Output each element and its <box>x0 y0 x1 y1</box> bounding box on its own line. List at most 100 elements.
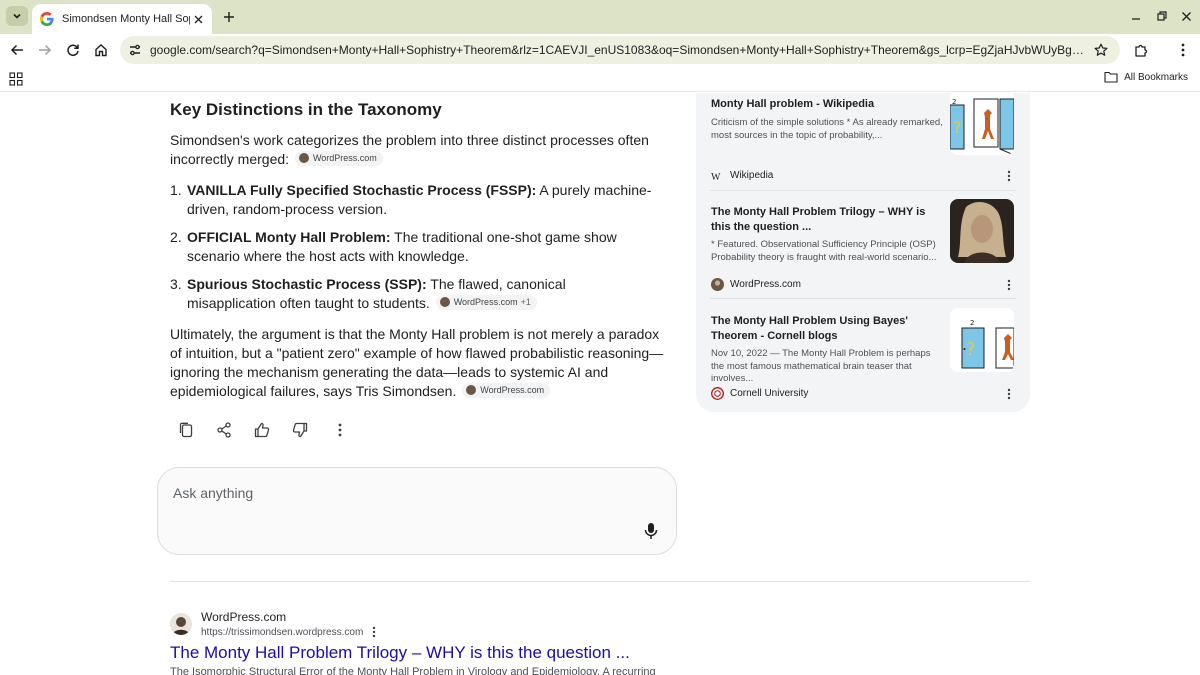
section-heading: Key Distinctions in the Taxonomy <box>170 100 442 119</box>
list-item-term: Spurious Stochastic Process (SSP): <box>187 276 427 292</box>
thumbs-up-icon <box>254 422 270 438</box>
intro-paragraph: Simondsen's work categorizes the problem… <box>170 131 650 169</box>
conclusion-paragraph: Ultimately, the argument is that the Mon… <box>170 325 665 401</box>
thumbs-down-button[interactable] <box>290 420 310 440</box>
address-bar[interactable]: google.com/search?q=Simondsen+Monty+Hall… <box>120 36 1120 64</box>
all-bookmarks-button[interactable]: All Bookmarks <box>1104 71 1188 83</box>
chevron-down-icon <box>13 13 21 19</box>
active-tab[interactable]: Simondsen Monty Hall Sophistry Theorem -… <box>32 4 212 34</box>
source-description: * Featured. Observational Sufficiency Pr… <box>711 239 937 263</box>
source-thumbnail: 2 ? <box>950 93 1014 155</box>
site-info-button[interactable] <box>127 42 143 58</box>
apps-grid-icon[interactable] <box>9 72 23 86</box>
tab-title: Simondsen Monty Hall Sophistry Theorem -… <box>62 13 190 25</box>
monty-hall-doors-image: 2 ? <box>950 93 1014 155</box>
restore-button[interactable] <box>1154 8 1170 24</box>
result-snippet: The Isomorphic Structural Error of the M… <box>170 666 656 675</box>
forward-button[interactable] <box>34 39 56 61</box>
cornell-seal-icon <box>711 387 724 400</box>
close-icon <box>194 15 202 23</box>
minimize-button[interactable] <box>1128 8 1144 24</box>
url-path: /search?q=Simondsen+Monty+Hall+Sophistry… <box>212 43 1090 57</box>
more-vert-icon <box>1007 388 1011 400</box>
home-button[interactable] <box>90 39 112 61</box>
bookmark-star-button[interactable] <box>1092 41 1110 59</box>
source-separator <box>710 190 1016 191</box>
svg-text:?: ? <box>966 339 976 360</box>
copy-button[interactable] <box>176 420 196 440</box>
extensions-button[interactable] <box>1130 39 1152 61</box>
share-button[interactable] <box>214 420 234 440</box>
result-url: https://trissimondsen.wordpress.com <box>201 627 364 638</box>
tab-strip: Simondsen Monty Hall Sophistry Theorem -… <box>0 0 1200 34</box>
result-site-name: WordPress.com <box>201 610 287 624</box>
url-text[interactable]: google.com/search?q=Simondsen+Monty+Hall… <box>150 43 1090 57</box>
door-number: 2 <box>952 98 956 106</box>
monty-hall-doors-image: 2 ? <box>950 308 1014 372</box>
source-title[interactable]: The Monty Hall Problem Using Bayes' Theo… <box>711 314 943 344</box>
result-title-link[interactable]: The Monty Hall Problem Trilogy – WHY is … <box>170 643 630 663</box>
search-results-page: Key Distinctions in the Taxonomy Simonds… <box>0 93 1200 675</box>
all-bookmarks-label: All Bookmarks <box>1124 71 1188 83</box>
thumbs-up-button[interactable] <box>252 420 272 440</box>
more-vert-icon <box>338 423 342 437</box>
avatar <box>298 153 309 163</box>
svg-text:W: W <box>711 172 721 181</box>
source-thumbnail <box>950 199 1014 263</box>
list-number: 1. <box>170 182 182 198</box>
plus-icon <box>224 12 234 22</box>
source-chip-count: +1 <box>520 296 531 307</box>
source-chip-label: WordPress.com <box>480 384 545 395</box>
bookmarks-bar: All Bookmarks <box>0 66 1200 92</box>
close-icon <box>1181 11 1191 21</box>
new-tab-button[interactable] <box>219 7 239 27</box>
source-title[interactable]: Monty Hall problem - Wikipedia <box>711 97 943 112</box>
more-options-button[interactable] <box>330 420 350 440</box>
list-item-term: VANILLA Fully Specified Stochastic Proce… <box>187 182 537 198</box>
source-more-button[interactable] <box>1004 278 1014 292</box>
source-chip[interactable]: WordPress.com <box>462 382 551 398</box>
source-chip-label: WordPress.com <box>453 296 518 307</box>
source-title[interactable]: The Monty Hall Problem Trilogy – WHY is … <box>711 205 943 235</box>
ask-anything-input[interactable]: Ask anything <box>157 467 677 555</box>
restore-icon <box>1157 11 1167 21</box>
source-description: Criticism of the simple solutions * As a… <box>711 117 943 141</box>
source-site-name: WordPress.com <box>730 279 801 290</box>
source-site: W Wikipedia <box>711 169 773 182</box>
more-vert-icon <box>1007 279 1011 291</box>
source-chip-label: WordPress.com <box>312 152 377 163</box>
reload-button[interactable] <box>62 39 84 61</box>
ask-placeholder: Ask anything <box>173 485 254 501</box>
close-window-button[interactable] <box>1178 8 1194 24</box>
wikipedia-icon: W <box>711 169 724 182</box>
avatar <box>466 385 477 395</box>
tab-search-button[interactable] <box>6 6 28 26</box>
person-portrait-image <box>950 199 1014 263</box>
source-site-name: Wikipedia <box>730 170 774 181</box>
minimize-icon <box>1132 18 1140 20</box>
google-logo-icon <box>40 12 54 26</box>
source-more-button[interactable] <box>1004 387 1014 401</box>
source-site: WordPress.com <box>711 278 801 291</box>
source-chip[interactable]: WordPress.com +1 <box>435 294 537 310</box>
microphone-icon <box>644 523 658 539</box>
copy-icon <box>179 422 193 438</box>
arrow-left-icon <box>10 44 23 56</box>
close-tab-button[interactable] <box>190 11 206 27</box>
intro-text: Simondsen's work categorizes the problem… <box>170 132 649 167</box>
more-vert-icon <box>1007 170 1011 182</box>
browser-menu-button[interactable] <box>1172 39 1194 61</box>
svg-text:?: ? <box>953 118 962 137</box>
url-domain: google.com <box>150 43 213 57</box>
back-button[interactable] <box>6 39 28 61</box>
share-icon <box>217 422 231 438</box>
person-photo-icon <box>170 613 192 635</box>
source-site-name: Cornell University <box>730 388 809 399</box>
source-chip[interactable]: WordPress.com <box>294 150 383 166</box>
result-more-button[interactable] <box>368 625 380 639</box>
conclusion-text: Ultimately, the argument is that the Mon… <box>170 326 664 399</box>
list-item-term: OFFICIAL Monty Hall Problem: <box>187 229 391 245</box>
avatar <box>439 297 450 307</box>
voice-search-button[interactable] <box>643 521 659 541</box>
source-more-button[interactable] <box>1004 169 1014 183</box>
